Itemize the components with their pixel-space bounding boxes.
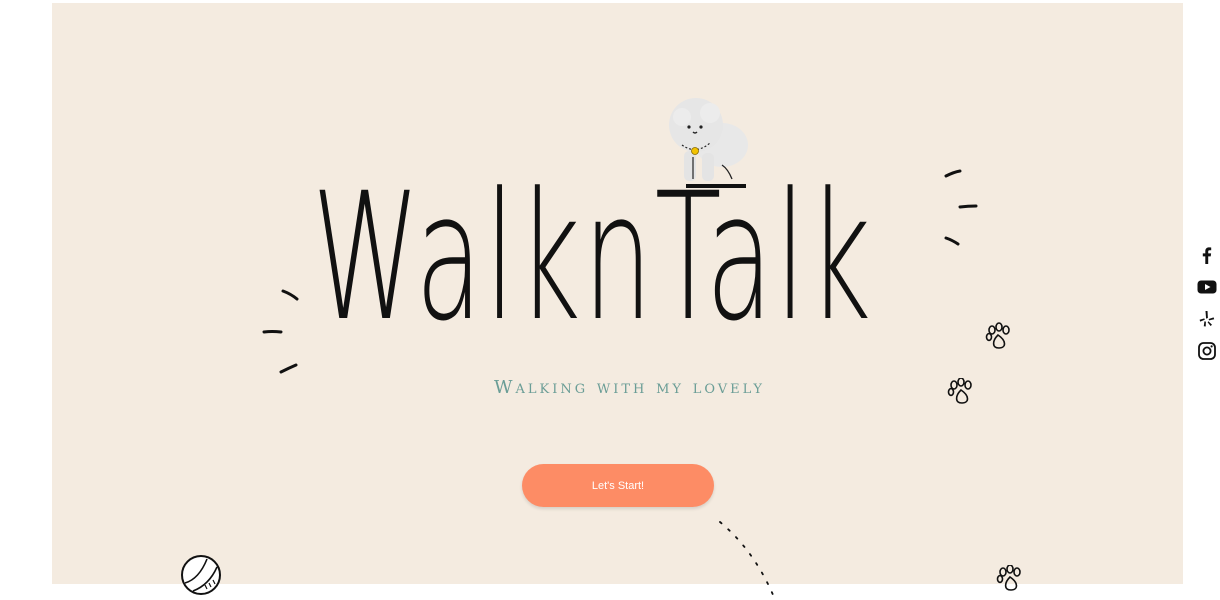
sparkle-lines-right	[944, 169, 978, 246]
site-subtitle: Walking with my lovely	[494, 377, 766, 398]
sparkle-lines-left	[262, 289, 299, 374]
paw-print-icon	[985, 322, 1010, 349]
facebook-icon[interactable]	[1196, 244, 1218, 266]
instagram-icon[interactable]	[1196, 340, 1218, 362]
social-bar	[1196, 244, 1218, 372]
ball-icon	[181, 555, 221, 595]
youtube-icon[interactable]	[1196, 276, 1218, 298]
hero-content: WalknTalk Walking with my lovely Let's S…	[0, 0, 1220, 600]
paw-print-icon	[996, 565, 1021, 591]
yelp-icon[interactable]	[1196, 308, 1218, 330]
dotted-trail	[719, 521, 777, 600]
lets-start-button[interactable]: Let's Start!	[522, 464, 714, 507]
paw-print-icon	[947, 378, 972, 404]
site-title: WalknTalk	[312, 155, 874, 360]
